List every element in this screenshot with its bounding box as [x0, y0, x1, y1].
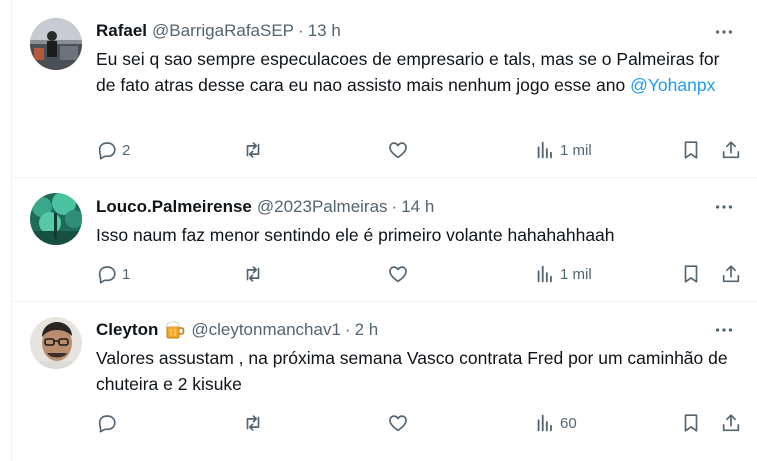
retweet-button[interactable] [242, 409, 268, 437]
author-handle[interactable]: @2023Palmeiras [257, 197, 388, 217]
reply-button[interactable]: 2 [96, 136, 130, 164]
share-icon [722, 265, 740, 283]
mention-link[interactable]: @Yohanpx [630, 75, 715, 95]
retweet-icon [246, 142, 260, 158]
views-button[interactable]: 60 [534, 409, 577, 437]
author-name[interactable]: Cleyton [96, 320, 158, 340]
tweet[interactable]: Cleyton @cleytonmanchav1 · 2 h Valores a… [12, 302, 757, 461]
share-button[interactable] [720, 136, 742, 164]
avatar[interactable] [30, 193, 82, 245]
reply-icon [98, 142, 116, 160]
bookmark-icon [684, 414, 698, 432]
tweet-header: Cleyton @cleytonmanchav1 · 2 h [96, 319, 378, 341]
views-count: 60 [560, 414, 577, 432]
more-icon [715, 205, 733, 209]
author-handle[interactable]: @BarrigaRafaSEP [152, 21, 294, 41]
views-icon [537, 265, 552, 283]
action-bar: 2 1 mil [96, 136, 756, 164]
views-button[interactable]: 1 mil [534, 136, 592, 164]
bookmark-icon [684, 265, 698, 283]
retweet-icon [246, 266, 260, 282]
replies-feed: Rafael @BarrigaRafaSEP · 13 h Eu sei q s… [11, 0, 757, 461]
reply-count: 2 [122, 141, 131, 159]
share-button[interactable] [720, 409, 742, 437]
share-icon [722, 141, 740, 159]
views-icon [537, 414, 552, 432]
avatar[interactable] [30, 18, 82, 70]
bookmark-icon [684, 141, 698, 159]
like-icon [389, 266, 407, 283]
tweet[interactable]: Louco.Palmeirense @2023Palmeiras · 14 h … [12, 178, 757, 302]
author-name[interactable]: Rafael [96, 21, 147, 41]
like-button[interactable] [387, 409, 413, 437]
tweet-text: Valores assustam , na próxima semana Vas… [96, 345, 736, 397]
reply-button[interactable]: 1 [96, 260, 130, 288]
like-icon [389, 415, 407, 432]
avatar-image [30, 18, 82, 70]
more-icon [715, 30, 733, 34]
more-icon [715, 328, 733, 332]
views-count: 1 mil [560, 141, 592, 159]
tweet-body: Valores assustam , na próxima semana Vas… [96, 348, 733, 394]
like-button[interactable] [387, 260, 413, 288]
avatar-image [30, 317, 82, 369]
reply-icon [98, 266, 116, 284]
timestamp[interactable]: 13 h [308, 21, 341, 41]
author-handle[interactable]: @cleytonmanchav1 [191, 320, 341, 340]
separator-dot: · [344, 320, 351, 339]
separator-dot: · [298, 21, 304, 40]
bookmark-button[interactable] [680, 136, 702, 164]
tweet-header: Rafael @BarrigaRafaSEP · 13 h [96, 20, 341, 42]
reply-icon [98, 415, 116, 433]
action-bar: 60 [96, 409, 756, 437]
like-icon [389, 142, 407, 159]
retweet-button[interactable] [242, 136, 268, 164]
action-bar: 1 1 mil [96, 260, 756, 288]
avatar[interactable] [30, 317, 82, 369]
tweet-text: Isso naum faz menor sentindo ele é prime… [96, 222, 736, 248]
share-button[interactable] [720, 260, 742, 288]
more-button[interactable] [712, 195, 736, 219]
timestamp[interactable]: 2 h [355, 320, 379, 340]
retweet-button[interactable] [242, 260, 268, 288]
tweet-text: Eu sei q sao sempre especulacoes de empr… [96, 46, 736, 98]
more-button[interactable] [712, 318, 736, 342]
avatar-image [30, 193, 82, 245]
reply-count: 1 [122, 265, 131, 283]
views-button[interactable]: 1 mil [534, 260, 592, 288]
retweet-icon [246, 415, 260, 431]
views-icon [537, 141, 552, 159]
reply-button[interactable] [96, 409, 122, 437]
share-icon [722, 414, 740, 432]
bookmark-button[interactable] [680, 409, 702, 437]
separator-dot: · [391, 197, 398, 216]
tweet-header: Louco.Palmeirense @2023Palmeiras · 14 h [96, 196, 434, 218]
bookmark-button[interactable] [680, 260, 702, 288]
author-name[interactable]: Louco.Palmeirense [96, 197, 252, 217]
more-button[interactable] [712, 20, 736, 44]
tweet[interactable]: Rafael @BarrigaRafaSEP · 13 h Eu sei q s… [12, 0, 757, 178]
beer-mug-emoji-icon [164, 320, 186, 340]
timestamp[interactable]: 14 h [401, 197, 434, 217]
like-button[interactable] [387, 136, 413, 164]
views-count: 1 mil [560, 265, 592, 283]
tweet-body: Isso naum faz menor sentindo ele é prime… [96, 225, 615, 245]
